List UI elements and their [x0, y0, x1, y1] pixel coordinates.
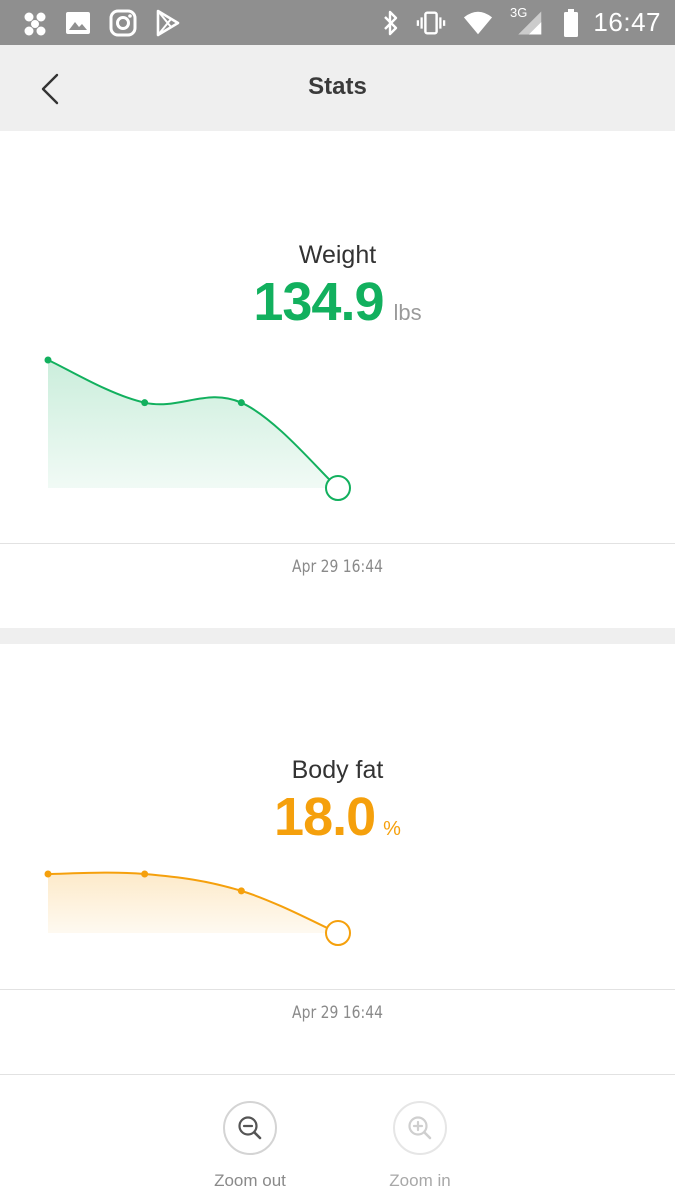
- weight-trend-chart[interactable]: [0, 341, 675, 511]
- weight-unit: lbs: [393, 300, 422, 325]
- weight-chart-point-selected: [325, 475, 351, 501]
- zoom-out-icon: [238, 1116, 262, 1140]
- weight-chart-point: [237, 399, 245, 407]
- weight-divider: [0, 543, 675, 544]
- zoom-in-label: Zoom in: [389, 1171, 451, 1190]
- zoom-out-button[interactable]: Zoom out: [190, 1101, 310, 1191]
- network-type-label: 3G: [510, 5, 528, 20]
- body-fat-chart-point: [237, 887, 245, 895]
- zoom-out-circle[interactable]: [223, 1101, 277, 1155]
- body-fat-card[interactable]: Body fat 18.0% Apr 29 16:44: [0, 644, 675, 1074]
- weight-chart-point: [141, 399, 149, 407]
- body-fat-divider: [0, 989, 675, 990]
- zoom-toolbar: Zoom out Zoom in: [0, 1074, 675, 1201]
- bluetooth-icon: [376, 8, 406, 38]
- status-time: 16:47: [593, 7, 661, 37]
- weight-chart-point: [44, 356, 52, 364]
- body-fat-value: 18.0: [274, 787, 376, 847]
- instagram-icon: [108, 8, 138, 38]
- weight-value: 134.9: [253, 272, 384, 332]
- section-separator: [0, 628, 675, 644]
- page-title: Stats: [308, 73, 367, 100]
- body-fat-value-row: 18.0%: [0, 786, 675, 848]
- weight-date: Apr 29 16:44: [292, 557, 383, 577]
- wifi-icon: [463, 8, 493, 38]
- body-fat-chart-point-selected: [325, 920, 351, 946]
- body-fat-label: Body fat: [291, 756, 384, 784]
- app-header: Stats: [0, 45, 675, 131]
- vibrate-icon: [416, 8, 446, 38]
- zoom-in-circle[interactable]: [393, 1101, 447, 1155]
- weight-card[interactable]: Weight 134.9 lbs Apr 29 16:44: [0, 131, 675, 628]
- body-fat-chart-area: [48, 872, 338, 933]
- image-icon: [63, 8, 93, 38]
- body-fat-date: Apr 29 16:44: [292, 1003, 383, 1023]
- body-fat-chart-point: [141, 870, 149, 878]
- zoom-out-label: Zoom out: [214, 1171, 286, 1190]
- body-fat-unit: %: [383, 818, 401, 840]
- body-fat-chart-point: [44, 870, 52, 878]
- weight-value-row: 134.9 lbs: [0, 271, 675, 333]
- zoom-in-button[interactable]: Zoom in: [360, 1101, 480, 1191]
- app-icon: [20, 8, 50, 38]
- zoom-in-icon: [408, 1116, 432, 1140]
- play-store-icon: [153, 8, 183, 38]
- status-bar: 3G 16:47: [0, 0, 675, 45]
- weight-chart-area: [48, 360, 338, 488]
- weight-label: Weight: [298, 241, 377, 269]
- battery-icon: [556, 8, 586, 38]
- body-fat-trend-chart[interactable]: [0, 856, 675, 966]
